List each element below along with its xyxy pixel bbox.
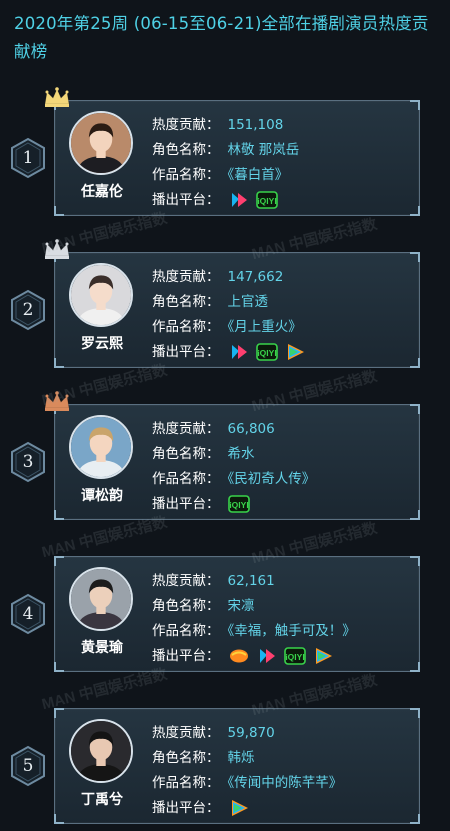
- platform-label: 播出平台：: [152, 344, 220, 360]
- actor-info: 热度贡献： 66,806 角色名称： 希水 作品名称： 《民初奇人传》 播出平台： iQ…: [152, 417, 417, 517]
- tencent-video-icon: [312, 646, 334, 666]
- iqiyi-icon: iQIYI: [283, 646, 306, 666]
- rank-badge: 3: [9, 441, 47, 483]
- role-label: 角色名称：: [152, 598, 220, 614]
- avatar: [69, 415, 133, 479]
- page-title: 2020年第25周 (06-15至06-21)全部在播剧演员热度贡献榜: [14, 14, 429, 61]
- svg-text:iQIYI: iQIYI: [257, 196, 276, 206]
- actor-info: 热度贡献： 59,870 角色名称： 韩烁 作品名称： 《传闻中的陈芊芊》 播出平台：: [152, 721, 417, 821]
- role-value: 宋凛: [227, 598, 255, 614]
- rank-number: 4: [22, 604, 34, 624]
- work-label: 作品名称：: [152, 775, 220, 791]
- role-label: 角色名称：: [152, 142, 220, 158]
- heat-label: 热度贡献：: [152, 117, 220, 133]
- actor-name: 谭松韵: [81, 488, 123, 504]
- platform-icons: iQIYI: [228, 190, 278, 210]
- actor-card: 罗云熙 热度贡献： 147,662 角色名称： 上官透 作品名称： 《月上重火》 播出…: [54, 252, 420, 368]
- rank-number: 5: [22, 756, 34, 776]
- ranking-row: 2 罗云熙 热度贡献： 147,662 角色名称： 上官透 作品名称： 《月上重火》 …: [0, 239, 450, 382]
- actor-card: 丁禹兮 热度贡献： 59,870 角色名称： 韩烁 作品名称： 《传闻中的陈芊芊》 播…: [54, 708, 420, 824]
- rank-badge: 2: [9, 289, 47, 331]
- platform-icons: iQIYI: [228, 342, 306, 362]
- youku-icon: [228, 190, 250, 210]
- iqiyi-icon: iQIYI: [255, 190, 278, 210]
- rank-badge: 5: [9, 745, 47, 787]
- avatar: [69, 263, 133, 327]
- svg-text:iQIYI: iQIYI: [229, 500, 248, 510]
- work-value: 《暮白首》: [227, 167, 289, 183]
- actor-card: 黄景瑜 热度贡献： 62,161 角色名称： 宋凛 作品名称： 《幸福，触手可及！》 …: [54, 556, 420, 672]
- svg-text:iQIYI: iQIYI: [257, 348, 276, 358]
- work-label: 作品名称：: [152, 319, 220, 335]
- platform-label: 播出平台：: [152, 192, 220, 208]
- heat-label: 热度贡献：: [152, 269, 220, 285]
- youku-icon: [228, 342, 250, 362]
- actor-name: 罗云熙: [81, 336, 123, 352]
- heat-value: 151,108: [227, 117, 284, 133]
- actor-info: 热度贡献： 151,108 角色名称： 林敬 那岚岳 作品名称： 《暮白首》 播出平台…: [152, 113, 417, 213]
- work-value: 《传闻中的陈芊芊》: [227, 775, 343, 791]
- youku-icon: [256, 646, 278, 666]
- heat-value: 147,662: [227, 269, 284, 285]
- role-value: 上官透: [227, 294, 269, 310]
- crown-icon: [44, 391, 70, 411]
- heat-value: 66,806: [227, 421, 275, 437]
- role-label: 角色名称：: [152, 750, 220, 766]
- role-value: 希水: [227, 446, 255, 462]
- work-value: 《民初奇人传》: [227, 471, 316, 487]
- iqiyi-icon: iQIYI: [227, 494, 250, 514]
- ranking-row: 3 谭松韵 热度贡献： 66,806 角色名称： 希水 作品名称： 《民初奇人传》 播…: [0, 391, 450, 534]
- heat-label: 热度贡献：: [152, 573, 220, 589]
- role-value: 林敬 那岚岳: [227, 142, 300, 158]
- work-value: 《月上重火》: [227, 319, 302, 335]
- platform-icons: iQIYI: [228, 646, 334, 666]
- tencent-video-icon: [228, 798, 250, 818]
- platform-label: 播出平台：: [152, 800, 220, 816]
- rank-number: 1: [22, 148, 34, 168]
- platform-label: 播出平台：: [152, 496, 220, 512]
- avatar: [69, 719, 133, 783]
- role-label: 角色名称：: [152, 446, 220, 462]
- svg-text:iQIYI: iQIYI: [285, 652, 304, 662]
- avatar: [69, 111, 133, 175]
- actor-name: 任嘉伦: [81, 184, 123, 200]
- role-value: 韩烁: [227, 750, 255, 766]
- rank-badge: 1: [9, 137, 47, 179]
- ranking-row: 5 丁禹兮 热度贡献： 59,870 角色名称： 韩烁 作品名称： 《传闻中的陈芊芊》…: [0, 708, 450, 831]
- role-label: 角色名称：: [152, 294, 220, 310]
- mango-tv-icon: [228, 646, 250, 666]
- actor-info: 热度贡献： 62,161 角色名称： 宋凛 作品名称： 《幸福，触手可及！》 播出平台…: [152, 569, 417, 669]
- actor-name: 丁禹兮: [81, 792, 123, 808]
- tencent-video-icon: [284, 342, 306, 362]
- crown-icon: [44, 87, 70, 107]
- avatar: [69, 567, 133, 631]
- heat-value: 62,161: [227, 573, 275, 589]
- rank-badge: 4: [9, 593, 47, 635]
- work-label: 作品名称：: [152, 167, 220, 183]
- work-value: 《幸福，触手可及！》: [227, 623, 356, 639]
- crown-icon: [44, 239, 70, 259]
- rank-number: 2: [22, 300, 34, 320]
- actor-name: 黄景瑜: [81, 640, 123, 656]
- ranking-row: 1 任嘉伦 热度贡献： 151,108 角色名称： 林敬 那岚岳 作品名称： 《暮白首…: [0, 87, 450, 230]
- heat-value: 59,870: [227, 725, 275, 741]
- rank-number: 3: [22, 452, 34, 472]
- actor-card: 谭松韵 热度贡献： 66,806 角色名称： 希水 作品名称： 《民初奇人传》 播出平…: [54, 404, 420, 520]
- iqiyi-icon: iQIYI: [255, 342, 278, 362]
- work-label: 作品名称：: [152, 471, 220, 487]
- ranking-row: 4 黄景瑜 热度贡献： 62,161 角色名称： 宋凛 作品名称： 《幸福，触手可及！…: [0, 556, 450, 686]
- work-label: 作品名称：: [152, 623, 220, 639]
- platform-label: 播出平台：: [152, 648, 220, 664]
- platform-icons: iQIYI: [227, 494, 250, 514]
- platform-icons: [228, 798, 250, 818]
- actor-info: 热度贡献： 147,662 角色名称： 上官透 作品名称： 《月上重火》 播出平台： i…: [152, 265, 417, 365]
- heat-label: 热度贡献：: [152, 725, 220, 741]
- heat-label: 热度贡献：: [152, 421, 220, 437]
- actor-card: 任嘉伦 热度贡献： 151,108 角色名称： 林敬 那岚岳 作品名称： 《暮白首》 …: [54, 100, 420, 216]
